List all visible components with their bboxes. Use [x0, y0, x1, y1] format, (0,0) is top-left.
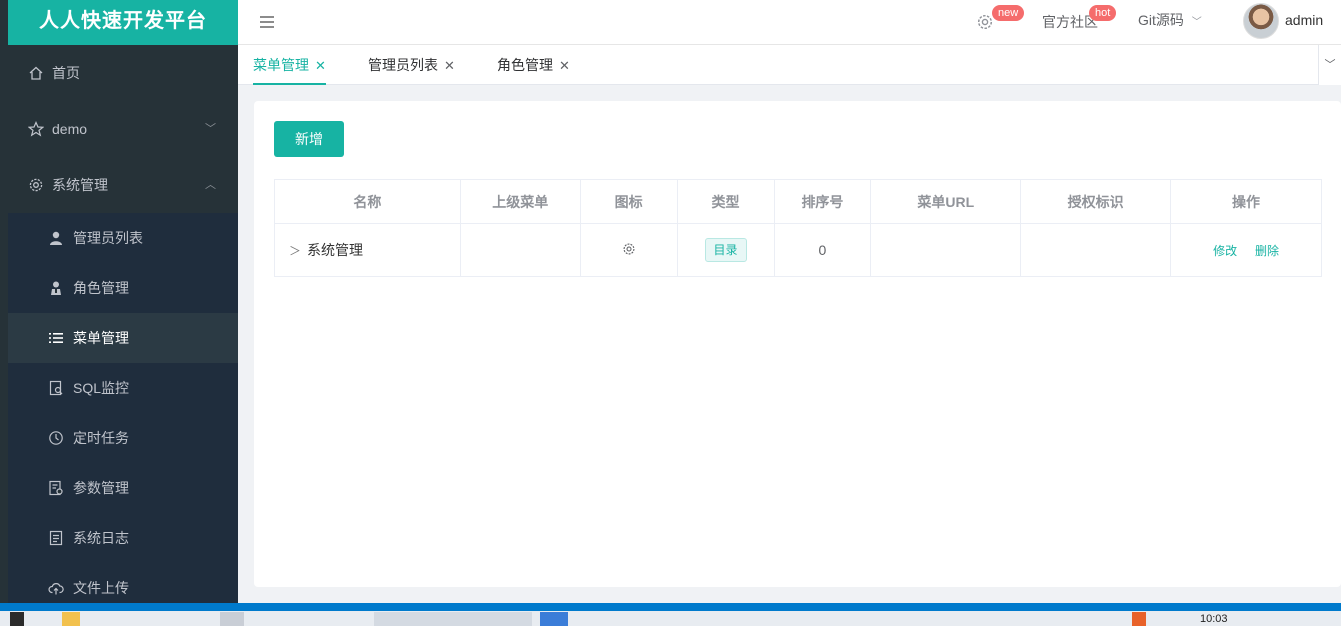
sidebar-item-system[interactable]: 系统管理 ︿: [8, 157, 238, 213]
column-header[interactable]: 图标: [579, 179, 678, 224]
column-header[interactable]: 排序号: [773, 179, 872, 224]
file-explorer-icon[interactable]: [62, 612, 80, 626]
sidebar-item-label: 首页: [52, 65, 80, 81]
taskbar-browser-window[interactable]: [374, 612, 532, 626]
new-badge: new: [992, 5, 1025, 21]
chevron-right-icon[interactable]: ＞: [289, 244, 301, 258]
git-source-label: Git源码: [1138, 12, 1184, 28]
top-navbar: new 官方社区 hot Git源码 ﹀ admin: [238, 0, 1341, 45]
cell-type: 目录: [676, 223, 775, 277]
page-tabs: 菜单管理 ✕ 管理员列表 ✕ 角色管理 ✕ ﹀: [238, 45, 1341, 85]
sidebar-item-label: 系统管理: [52, 177, 108, 193]
sidebar-item-label: 管理员列表: [73, 230, 143, 246]
close-icon[interactable]: ✕: [315, 58, 326, 73]
sidebar-item-label: demo: [52, 121, 88, 137]
username[interactable]: admin: [1285, 0, 1323, 40]
column-header[interactable]: 菜单URL: [870, 179, 1022, 224]
table-header-row: 名称 上级菜单 图标 类型 排序号 菜单URL 授权标识 操作: [274, 179, 1322, 224]
tab-label: 角色管理: [497, 57, 553, 73]
menu-name: 系统管理: [307, 242, 364, 258]
editor-status-bar: [0, 603, 1341, 611]
edit-button[interactable]: 修改: [1213, 244, 1237, 258]
column-header[interactable]: 名称: [274, 179, 461, 224]
avatar[interactable]: [1243, 3, 1279, 39]
sql-monitor-icon: [49, 380, 63, 396]
cell-url: [870, 223, 1022, 277]
sidebar-submenu: 管理员列表 角色管理 菜单管理 SQL监控 定时任务 参数管理 系统日志 文件上…: [8, 213, 238, 613]
sidebar-item-config[interactable]: 参数管理: [8, 463, 238, 513]
clock-icon: [49, 431, 63, 445]
sidebar-item-label: SQL监控: [73, 380, 130, 396]
column-header[interactable]: 操作: [1170, 179, 1322, 224]
star-icon: [28, 121, 44, 137]
chevron-down-icon: ﹀: [1324, 59, 1336, 71]
sidebar-item-demo[interactable]: demo ﹀: [8, 101, 238, 157]
sidebar-item-sql[interactable]: SQL监控: [8, 363, 238, 413]
cell-order: 0: [773, 223, 872, 277]
sidebar-item-role[interactable]: 角色管理: [8, 263, 238, 313]
chevron-down-icon: ﹀: [205, 123, 216, 135]
cloud-upload-icon: [48, 583, 64, 595]
os-taskbar: 10:03: [0, 611, 1341, 626]
sidebar-item-label: 定时任务: [73, 430, 129, 446]
taskbar-app[interactable]: [220, 612, 244, 626]
settings-gear-icon[interactable]: [976, 13, 994, 31]
log-icon: [49, 530, 63, 546]
chevron-down-icon: ﹀: [1191, 17, 1202, 28]
git-source-dropdown[interactable]: Git源码 ﹀: [1138, 0, 1202, 45]
community-link[interactable]: 官方社区: [1042, 0, 1098, 45]
taskbar-clock[interactable]: 10:03: [1200, 614, 1228, 625]
list-icon: [49, 333, 63, 343]
cell-parent: [459, 223, 581, 277]
tab-label: 管理员列表: [368, 57, 438, 73]
sidebar-item-label: 参数管理: [73, 480, 129, 496]
tab-admin-list[interactable]: 管理员列表 ✕: [368, 45, 455, 85]
tab-role-management[interactable]: 角色管理 ✕: [497, 45, 570, 85]
config-icon: [49, 480, 63, 496]
sidebar-item-admin-list[interactable]: 管理员列表: [8, 213, 238, 263]
cell-actions: 修改 删除: [1170, 223, 1322, 277]
sidebar-menu: 首页 demo ﹀ 系统管理 ︿ 管理员列表 角色管理 菜单管理 SQL监控 定…: [8, 45, 238, 613]
sidebar-item-schedule[interactable]: 定时任务: [8, 413, 238, 463]
tray-app-icon[interactable]: [1132, 612, 1146, 626]
tab-label: 菜单管理: [253, 57, 309, 73]
home-icon: [29, 66, 43, 80]
content-card: 新增 名称 上级菜单 图标 类型 排序号 菜单URL 授权标识 操作 ＞ 系统管理…: [254, 101, 1341, 587]
menu-table: 名称 上级菜单 图标 类型 排序号 菜单URL 授权标识 操作 ＞ 系统管理 目录…: [274, 179, 1322, 277]
column-header[interactable]: 上级菜单: [459, 179, 581, 224]
tabs-tools-dropdown[interactable]: ﹀: [1318, 45, 1341, 85]
close-icon[interactable]: ✕: [559, 58, 570, 73]
sidebar-item-home[interactable]: 首页: [8, 45, 238, 101]
sidebar-item-menu[interactable]: 菜单管理: [8, 313, 238, 363]
hamburger-menu-icon[interactable]: [258, 13, 276, 31]
chevron-up-icon: ︿: [205, 179, 216, 191]
gear-icon: [623, 243, 635, 254]
cell-icon: [579, 223, 678, 277]
role-icon: [51, 281, 61, 295]
column-header[interactable]: 授权标识: [1020, 179, 1172, 224]
close-icon[interactable]: ✕: [444, 58, 455, 73]
cell-name: ＞ 系统管理: [274, 223, 461, 277]
sidebar: 人人快速开发平台 首页 demo ﹀ 系统管理 ︿ 管理员列表 角色管理 菜单管…: [0, 0, 238, 613]
table-row: ＞ 系统管理 目录 0 修改 删除: [274, 223, 1322, 277]
delete-button[interactable]: 删除: [1255, 244, 1279, 258]
vscode-icon[interactable]: [540, 612, 568, 626]
user-icon: [50, 231, 62, 245]
sidebar-item-log[interactable]: 系统日志: [8, 513, 238, 563]
column-header[interactable]: 类型: [676, 179, 775, 224]
gear-icon: [29, 178, 43, 192]
tab-menu-management[interactable]: 菜单管理 ✕: [253, 45, 326, 85]
add-button[interactable]: 新增: [274, 121, 344, 157]
sidebar-item-label: 菜单管理: [73, 330, 129, 346]
hot-badge: hot: [1089, 5, 1117, 21]
type-tag: 目录: [704, 238, 747, 262]
start-menu-icon[interactable]: [10, 612, 24, 626]
sidebar-item-label: 系统日志: [73, 530, 129, 546]
sidebar-item-label: 文件上传: [73, 580, 129, 596]
brand-logo[interactable]: 人人快速开发平台: [8, 0, 238, 45]
cell-perms: [1020, 223, 1172, 277]
sidebar-item-label: 角色管理: [73, 280, 129, 296]
